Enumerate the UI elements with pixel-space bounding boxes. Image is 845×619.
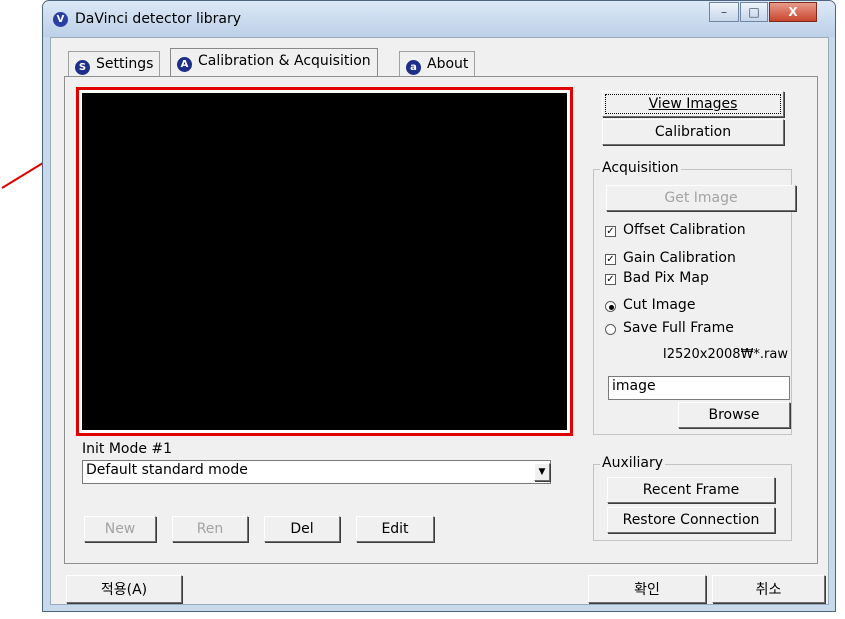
app-window: V DaVinci detector library – □ X S Settin… (42, 0, 836, 612)
cancel-button[interactable]: 취소 (712, 575, 825, 603)
minimize-button[interactable]: – (709, 2, 739, 22)
image-preview (82, 93, 567, 430)
apply-button[interactable]: 적용(A) (66, 575, 182, 603)
maximize-icon: □ (748, 5, 760, 19)
tab-panel-calibration-acquisition: Init Mode #1 Default standard mode ▼ New… (64, 76, 818, 564)
minimize-icon: – (721, 5, 727, 19)
tab-settings[interactable]: S Settings (68, 51, 161, 76)
ok-button[interactable]: 확인 (588, 575, 706, 603)
view-images-button[interactable]: View Images (602, 91, 784, 117)
settings-icon: S (75, 60, 90, 75)
bad-pix-map-label: Bad Pix Map (623, 270, 709, 286)
init-mode-label: Init Mode #1 (82, 441, 173, 457)
close-button[interactable]: X (769, 2, 817, 22)
offset-calibration-label: Offset Calibration (623, 222, 746, 238)
init-mode-dropdown-button[interactable]: ▼ (534, 463, 550, 481)
recent-frame-button[interactable]: Recent Frame (607, 477, 775, 503)
acquisition-group-label: Acquisition (600, 160, 681, 176)
cut-image-radio[interactable] (605, 301, 616, 312)
browse-button[interactable]: Browse (678, 402, 790, 428)
file-pattern-label: I2520x2008₩*.raw (662, 347, 788, 362)
window-title: DaVinci detector library (75, 11, 242, 27)
calibration-button[interactable]: Calibration (602, 119, 784, 145)
about-icon: a (406, 60, 421, 75)
chevron-down-icon: ▼ (538, 467, 546, 477)
save-full-frame-label: Save Full Frame (623, 320, 734, 336)
app-logo-icon: V (53, 12, 68, 27)
edit-mode-button[interactable]: Edit (356, 516, 434, 542)
offset-calibration-checkbox[interactable]: ✓ (605, 226, 616, 237)
cut-image-label: Cut Image (623, 297, 696, 313)
save-full-frame-radio[interactable] (605, 324, 616, 335)
tab-calibration-acquisition-label: Calibration & Acquisition (198, 53, 371, 69)
tab-about-label: About (427, 56, 469, 72)
close-icon: X (788, 5, 798, 19)
tab-calibration-acquisition[interactable]: A Calibration & Acquisition (170, 48, 378, 77)
gain-calibration-checkbox[interactable]: ✓ (605, 254, 616, 265)
tab-settings-label: Settings (96, 56, 154, 72)
rename-mode-button[interactable]: Ren (172, 516, 248, 542)
dialog-client: S Settings A Calibration & Acquisition a Ab… (50, 37, 829, 605)
get-image-button[interactable]: Get Image (606, 185, 796, 211)
image-preview-frame (76, 87, 573, 436)
delete-mode-button[interactable]: Del (264, 516, 340, 542)
new-mode-button[interactable]: New (84, 516, 156, 542)
title-bar: V DaVinci detector library – □ X (43, 1, 835, 37)
auxiliary-group-label: Auxiliary (600, 455, 666, 471)
restore-connection-button[interactable]: Restore Connection (607, 507, 775, 533)
bad-pix-map-checkbox[interactable]: ✓ (605, 274, 616, 285)
gain-calibration-label: Gain Calibration (623, 250, 736, 266)
tab-about[interactable]: a About (399, 51, 476, 76)
init-mode-selected: Default standard mode (86, 462, 248, 478)
acquisition-icon: A (177, 57, 192, 72)
filename-input[interactable]: image (608, 376, 790, 400)
maximize-button[interactable]: □ (740, 2, 768, 22)
init-mode-select[interactable]: Default standard mode (82, 460, 551, 484)
